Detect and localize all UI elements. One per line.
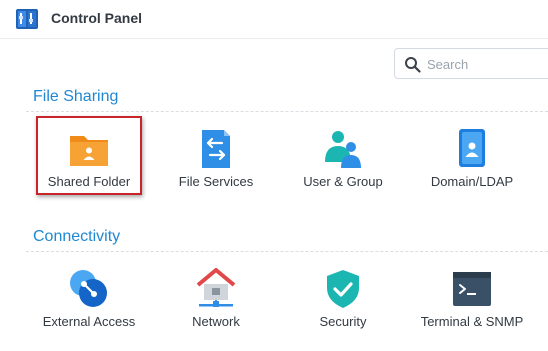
section-title-connectivity: Connectivity <box>33 228 121 245</box>
item-label: User & Group <box>303 174 383 189</box>
search-icon <box>405 57 421 73</box>
external-access-icon <box>70 270 107 307</box>
item-label: Network <box>192 314 240 329</box>
item-shared-folder[interactable]: Shared Folder <box>19 116 159 196</box>
item-user-group[interactable]: User & Group <box>273 116 413 196</box>
item-label: External Access <box>42 314 136 329</box>
item-label: Domain/LDAP <box>430 174 514 189</box>
item-label: Terminal & SNMP <box>420 314 524 329</box>
item-domain-ldap[interactable]: Domain/LDAP <box>402 116 542 196</box>
search-box[interactable] <box>394 48 548 79</box>
user-group-icon <box>325 131 361 168</box>
shared-folder-icon <box>70 136 108 166</box>
item-label: Security <box>319 314 367 329</box>
terminal-snmp-icon <box>453 272 491 306</box>
control-panel-icon <box>16 9 38 29</box>
item-label: File Services <box>178 174 254 189</box>
file-services-icon <box>202 130 230 168</box>
item-label: Shared Folder <box>47 174 131 189</box>
item-network[interactable]: Network <box>146 256 286 336</box>
network-icon <box>196 268 236 307</box>
security-icon <box>327 270 359 308</box>
item-security[interactable]: Security <box>273 256 413 336</box>
search-input[interactable] <box>427 54 537 74</box>
domain-ldap-icon <box>459 129 485 167</box>
item-terminal-snmp[interactable]: Terminal & SNMP <box>402 256 542 336</box>
item-external-access[interactable]: External Access <box>19 256 159 336</box>
title-bar: Control Panel <box>0 0 548 39</box>
section-divider <box>26 251 548 252</box>
window-title: Control Panel <box>51 10 143 26</box>
section-divider <box>26 111 548 112</box>
control-panel-window: Control Panel File Sharing Shared Folder <box>0 0 548 351</box>
item-file-services[interactable]: File Services <box>146 116 286 196</box>
section-title-file-sharing: File Sharing <box>33 88 119 105</box>
